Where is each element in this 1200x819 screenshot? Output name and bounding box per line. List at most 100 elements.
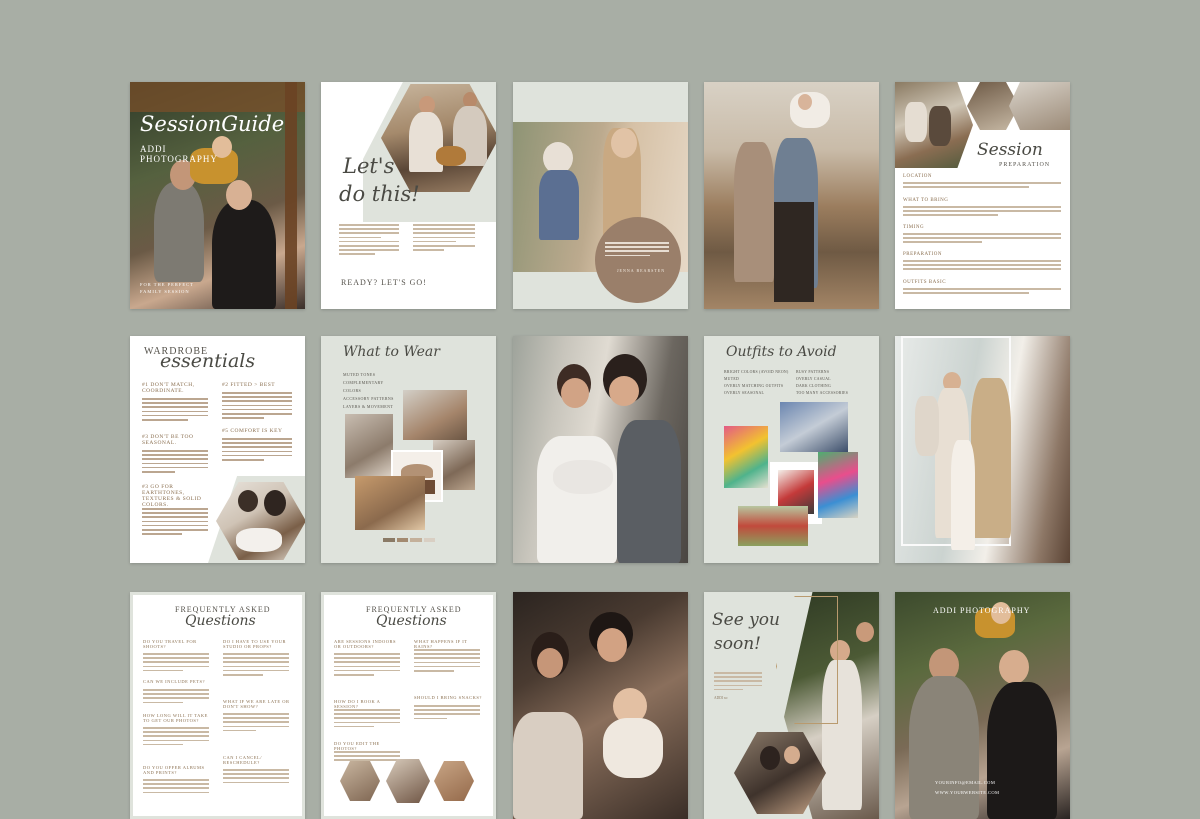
faq2-photo-1 [340,761,380,801]
prep-photo-3 [1009,82,1070,130]
quote-author: JENNA BEARSTEN [617,268,666,273]
wardrobe-text-1 [142,398,208,423]
wear-photo-1 [403,390,467,440]
prep-subtitle: PREPARATION [999,162,1051,168]
back-cover-website: WWW.YOURWEBSITE.COM [935,790,1000,795]
prep-section-outfits: OUTFITS BASIC [903,280,947,285]
hex-outline [776,596,838,724]
avoid-photo-2 [724,426,768,488]
faq1-a6 [143,779,209,796]
wardrobe-text-4 [222,438,292,463]
faq2-a1 [334,653,400,678]
page-what-to-wear: What to Wear MUTED TONES COMPLEMENTARY C… [321,336,496,563]
lets-cta: READY? LET'S GO! [341,278,427,287]
cover-footer-line2: FAMILY SESSION [140,289,190,294]
faq2-q3: HOW DO I BOOK A SESSION? [334,699,381,709]
wardrobe-item-3: #3 DON'T BE TOO SEASONAL. [142,434,194,446]
wear-item-5: LAYERS & MOVEMENT [343,404,394,409]
page-session-prep: Session PREPARATION LOCATION WHAT TO BRI… [895,82,1070,309]
page-back-cover: ADDI PHOTOGRAPHY YOURINFO@EMAIL.COM WWW.… [895,592,1070,819]
prep-section-location: LOCATION [903,174,932,179]
page-photo-family-dark [513,592,688,819]
wear-item-4: ACCESSORY PATTERNS [343,396,394,401]
family-dark-photo [513,592,688,819]
faq1-q6: DO YOU OFFER ALBUMS AND PRINTS? [143,765,205,775]
prep-text-2 [903,206,1061,219]
faq1-q2: DO I HAVE TO USE YOUR STUDIO OR PROPS? [223,639,286,649]
avoid-col2-4: TOO MANY ACCESSORIES [796,391,849,395]
swatch [410,538,422,542]
faq1-q1: DO YOU TRAVEL FOR SHOOTS? [143,639,197,649]
faq2-a2 [414,649,480,674]
faq2-photo-3 [434,761,474,801]
swatch [423,538,435,542]
body-text-left [339,224,399,258]
faq1-a2 [223,653,289,678]
page-photo-window [895,336,1070,563]
couple-photo [704,82,879,309]
wear-item-2: COMPLEMENTARY [343,380,384,385]
window-photo [895,336,1070,563]
quote-text [605,242,669,259]
avoid-col2-1: BUSY PATTERNS [796,370,830,374]
faq1-a7 [223,769,289,786]
faq1-q3: CAN WE INCLUDE PETS? [143,679,206,684]
avoid-col1-1: BRIGHT COLORS (AVOID NEON) [724,370,789,374]
faq2-q1: ARE SESSIONS INDOORS OR OUTDOORS? [334,639,397,649]
faq1-title-script: Questions [185,613,256,629]
cover-footer-line1: FOR THE PERFECT [140,282,194,287]
faq1-a3 [143,689,209,706]
wear-item-3: COLORS [343,388,362,393]
faq2-q4: SHOULD I BRING SNACKS? [414,695,482,700]
see-you-title-line1: See you [712,610,780,630]
cover-brand-line1: ADDI [140,144,167,154]
cover-brand-line2: PHOTOGRAPHY [140,154,218,164]
swatch-row [383,538,435,542]
page-lets-do-this: Let's do this! READY? LET'S GO! [321,82,496,309]
body-text-right [413,224,475,253]
page-cover: SessionGuide ADDI PHOTOGRAPHY FOR THE PE… [130,82,305,309]
prep-section-bring: WHAT TO BRING [903,198,949,203]
faq1-q4: HOW LONG WILL IT TAKE TO GET OUR PHOTOS? [143,713,208,723]
wear-photo-5 [355,476,425,530]
prep-section-preparation: PREPARATION [903,252,942,257]
faq2-a3 [334,709,400,730]
prep-photo-1 [895,82,973,168]
prep-text-3 [903,233,1061,246]
lets-title-line1: Let's [343,154,395,178]
back-cover-email: YOURINFO@EMAIL.COM [935,780,996,785]
page-faq-1: FREQUENTLY ASKED Questions DO YOU TRAVEL… [130,592,305,819]
faq2-a4 [414,705,480,722]
avoid-col1-2: MUTED [724,377,739,381]
faq1-a1 [143,653,209,674]
page-photo-couple [704,82,879,309]
newborn-photo [513,336,688,563]
faq1-q5: WHAT IF WE ARE LATE OR DON'T SHOW? [223,699,290,709]
back-cover-brand: ADDI PHOTOGRAPHY [933,606,1031,615]
prep-section-timing: TIMING [903,225,925,230]
wardrobe-text-5 [142,508,208,537]
avoid-title: Outfits to Avoid [726,344,837,360]
page-wardrobe: WARDROBE essentials #1 DON'T MATCH, COOR… [130,336,305,563]
avoid-col1-3: OVERLY MATCHING OUTFITS [724,384,784,388]
faq2-q2: WHAT HAPPENS IF IT RAINS? [414,639,468,649]
prep-title: Session [977,140,1043,160]
avoid-col1-4: OVERLY SEASONAL [724,391,765,395]
quote-circle [595,217,681,303]
wardrobe-item-2: #2 FITTED > BEST [222,382,276,388]
cover-title: SessionGuide [140,112,285,136]
see-you-signature: ADDI xo [714,696,728,700]
wardrobe-item-4: #5 COMFORT IS KEY [222,428,283,434]
faq1-a4 [143,727,209,748]
wardrobe-text-2 [222,392,292,421]
page-see-you-soon: See you soon! ADDI xo [704,592,879,819]
avoid-photo-4 [818,452,858,518]
faq1-a5 [223,713,289,734]
avoid-photo-5 [738,506,808,546]
faq1-q7: CAN I CANCEL/ RESCHEDULE? [223,755,262,765]
wardrobe-item-5: #3 GO FOR EARTHTONES, TEXTURES & SOLID C… [142,484,202,508]
lets-title-line2: do this! [339,182,420,206]
page-quote: JENNA BEARSTEN [513,82,688,309]
prep-text-5 [903,288,1061,296]
swatch [396,538,408,542]
